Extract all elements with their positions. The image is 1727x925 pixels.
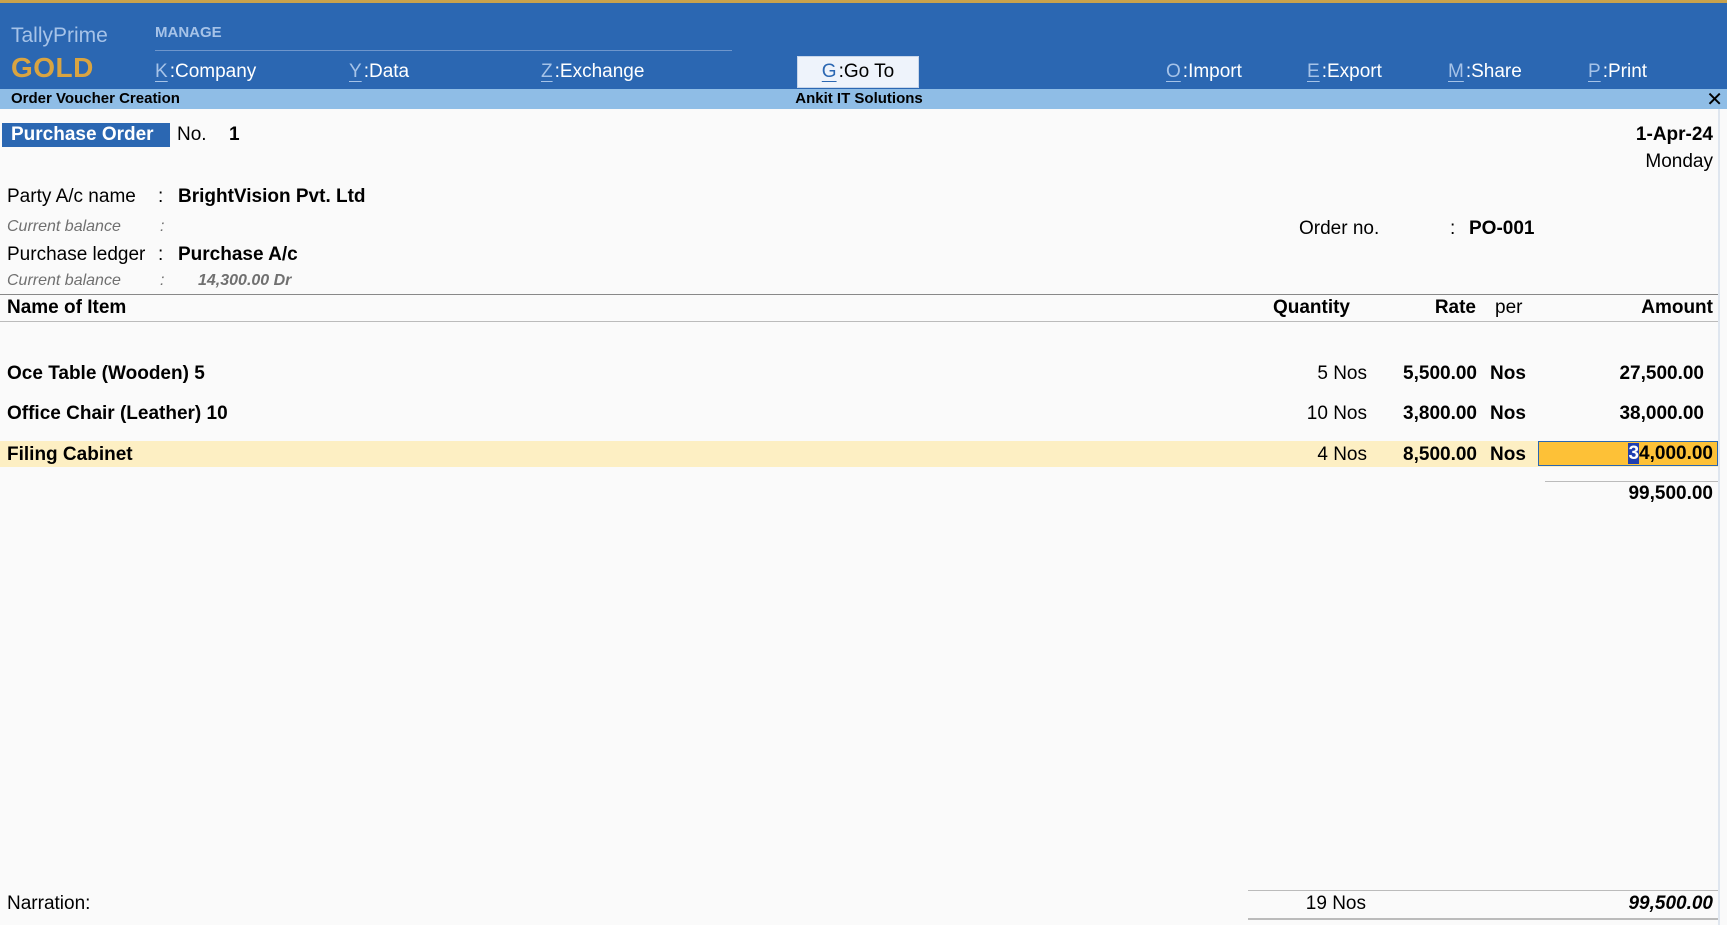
table-top-divider	[0, 294, 1718, 295]
col-header-quantity: Quantity	[1272, 297, 1350, 318]
menu-export[interactable]: E: Export	[1307, 57, 1382, 87]
item-per: Nos	[1490, 363, 1526, 384]
menu-label: Company	[174, 61, 257, 82]
item-amount: 38,000.00	[1619, 403, 1704, 424]
amount-input-text: 4,000.00	[1639, 443, 1713, 464]
party-name-field[interactable]: BrightVision Pvt. Ltd	[178, 186, 366, 208]
menu-import[interactable]: O: Import	[1166, 57, 1242, 87]
col-header-name: Name of Item	[7, 297, 127, 318]
menu-label: Share	[1471, 61, 1522, 82]
total-quantity: 19 Nos	[1305, 893, 1366, 914]
close-icon[interactable]: ✕	[1706, 87, 1723, 112]
item-rate: 8,500.00	[1403, 444, 1477, 465]
col-header-per: per	[1495, 297, 1523, 318]
menu-share[interactable]: M: Share	[1448, 57, 1522, 87]
footer-divider	[1248, 890, 1718, 891]
voucher-no-value[interactable]: 1	[229, 124, 240, 146]
menu-key: P	[1588, 61, 1601, 82]
col-header-rate: Rate	[1434, 297, 1476, 318]
menu-key: K	[155, 61, 168, 82]
party-balance-colon: :	[160, 218, 165, 235]
party-colon: :	[158, 186, 164, 207]
subtotal-divider	[1545, 481, 1718, 482]
menu-company[interactable]: K: Company	[155, 57, 256, 87]
menu-exchange[interactable]: Z: Exchange	[541, 57, 644, 87]
footer-double-line	[1248, 918, 1718, 920]
right-panel-edge	[1718, 109, 1720, 925]
table-row[interactable]: Office Chair (Leather) 10 10 Nos 3,800.0…	[0, 400, 1718, 426]
menu-label: Import	[1188, 61, 1242, 82]
table-row[interactable]: Oce Table (Wooden) 5 5 Nos 5,500.00 Nos …	[0, 360, 1718, 386]
voucher-type-badge[interactable]: Purchase Order	[2, 123, 170, 147]
item-name: Oce Table (Wooden) 5	[7, 363, 205, 384]
item-per: Nos	[1490, 444, 1526, 465]
party-label: Party A/c name	[7, 186, 136, 207]
menu-group-label: MANAGE	[155, 24, 222, 41]
party-balance-label: Current balance	[7, 218, 121, 235]
purchase-ledger-field[interactable]: Purchase A/c	[178, 244, 298, 266]
item-name: Office Chair (Leather) 10	[7, 403, 228, 424]
menu-label: Exchange	[559, 61, 645, 82]
item-quantity: 4 Nos	[1317, 444, 1367, 465]
menu-key: G	[821, 61, 837, 82]
item-name: Filing Cabinet	[7, 444, 133, 465]
ledger-balance-label: Current balance	[7, 272, 121, 289]
menu-go-to[interactable]: G: Go To	[797, 56, 919, 88]
company-name: Ankit IT Solutions	[795, 90, 923, 107]
menu-print[interactable]: P: Print	[1588, 57, 1647, 87]
amount-input[interactable]: 34,000.00	[1538, 441, 1718, 466]
ledger-balance-value: 14,300.00 Dr	[198, 272, 292, 289]
order-no-field[interactable]: PO-001	[1469, 218, 1534, 240]
menu-label: Go To	[843, 61, 895, 82]
item-per: Nos	[1490, 403, 1526, 424]
order-no-colon: :	[1450, 218, 1456, 239]
menu-key: Z	[541, 61, 553, 82]
item-rate: 3,800.00	[1403, 403, 1477, 424]
ledger-balance-colon: :	[160, 272, 165, 289]
item-quantity: 10 Nos	[1306, 403, 1367, 424]
menu-key: M	[1448, 61, 1464, 82]
order-no-label: Order no.	[1299, 218, 1380, 239]
voucher-day: Monday	[1645, 151, 1713, 172]
narration-label[interactable]: Narration:	[7, 893, 90, 915]
app-name: TallyPrime	[11, 24, 108, 47]
amount-subtotal: 99,500.00	[1628, 483, 1713, 504]
menu-data[interactable]: Y: Data	[349, 57, 409, 87]
menu-key: Y	[349, 61, 362, 82]
menu-key: E	[1307, 61, 1320, 82]
text-cursor-selection: 3	[1628, 443, 1640, 464]
screen-title-bar: Order Voucher Creation Ankit IT Solution…	[0, 87, 1727, 112]
item-quantity: 5 Nos	[1317, 363, 1367, 384]
total-amount: 99,500.00	[1628, 893, 1713, 914]
table-row-selected[interactable]: Filing Cabinet 4 Nos 8,500.00 Nos 34,000…	[0, 441, 1718, 467]
app-edition: GOLD	[11, 52, 94, 83]
voucher-no-label: No.	[177, 124, 207, 145]
menu-label: Data	[368, 61, 410, 82]
purchase-ledger-label: Purchase ledger	[7, 244, 146, 265]
menu-key: O	[1166, 61, 1181, 82]
purchase-ledger-colon: :	[158, 244, 164, 265]
table-header-divider	[0, 321, 1718, 322]
menu-group-divider	[155, 50, 732, 51]
menu-label: Export	[1326, 61, 1382, 82]
col-header-amount: Amount	[1641, 297, 1713, 318]
menu-label: Print	[1607, 61, 1648, 82]
item-amount: 27,500.00	[1619, 363, 1704, 384]
top-menu-bar: TallyPrime GOLD MANAGE K: Company Y: Data …	[0, 0, 1727, 89]
item-rate: 5,500.00	[1403, 363, 1477, 384]
voucher-date[interactable]: 1-Apr-24	[1636, 124, 1713, 146]
